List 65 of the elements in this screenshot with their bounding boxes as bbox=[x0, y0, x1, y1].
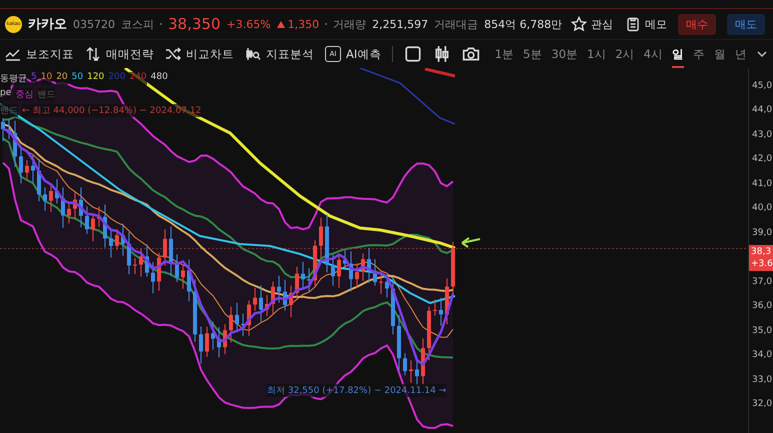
clipboard-icon bbox=[625, 16, 641, 32]
axis-label: 37,0 bbox=[751, 276, 773, 289]
period-tab[interactable]: 월 bbox=[714, 40, 726, 68]
low-price-note: 최저 32,550 (+17.82%) − 2024.11.14 → bbox=[267, 384, 446, 397]
period-tab[interactable]: 5분 bbox=[523, 40, 542, 68]
axis-label: 36,0 bbox=[751, 300, 773, 314]
axis-label: 44,0 bbox=[751, 104, 773, 118]
axis-label: 33,0 bbox=[751, 374, 773, 387]
star-icon bbox=[571, 16, 587, 32]
period-tab[interactable]: 1시 bbox=[587, 40, 606, 68]
axis-label: 34,0 bbox=[751, 349, 773, 362]
period-tab[interactable]: 2시 bbox=[615, 40, 635, 68]
volume-label: 거래량 bbox=[333, 16, 366, 32]
shuffle-icon bbox=[165, 46, 181, 62]
stock-code: 035720 bbox=[73, 18, 115, 30]
candle-search-icon bbox=[245, 46, 261, 62]
buy-button[interactable]: 매수 bbox=[678, 14, 716, 34]
toolbar-button[interactable]: 보조지표 bbox=[5, 46, 74, 62]
change-percent: +3.65% bbox=[226, 18, 271, 30]
price-change: 1,350 bbox=[276, 18, 320, 30]
volume-value: 2,251,597 bbox=[372, 18, 428, 30]
candlestick-button[interactable] bbox=[433, 45, 452, 63]
legend-label: 50 bbox=[72, 72, 84, 85]
up-triangle-icon bbox=[276, 20, 285, 28]
period-tab[interactable]: 4시 bbox=[644, 40, 663, 68]
axis-label: 43,0 bbox=[751, 128, 773, 142]
price-tag-value: 38,3 bbox=[751, 246, 772, 258]
toolbar-button[interactable]: 매매전략 bbox=[85, 46, 154, 62]
toolbar-button[interactable]: 지표분석 bbox=[245, 46, 314, 62]
axis-label: 42,0 bbox=[751, 153, 773, 166]
memo-button[interactable]: 메모 bbox=[625, 16, 667, 32]
sell-button[interactable]: 매도 bbox=[727, 14, 765, 34]
high-price-note: ← 최고 44,000 (−12.84%) − 2024.07.12 bbox=[22, 104, 202, 117]
pointer-arrow bbox=[461, 237, 481, 248]
sort-arrows-icon bbox=[85, 46, 101, 62]
axis-label: 35,0 bbox=[751, 324, 773, 338]
period-tab[interactable]: 년 bbox=[735, 40, 747, 68]
legend-label: 중심 bbox=[15, 88, 34, 101]
period-tab[interactable]: 1분 bbox=[494, 40, 514, 68]
axis-label: 32,0 bbox=[751, 398, 773, 412]
camera-button[interactable] bbox=[462, 45, 480, 63]
legend-label: 20 bbox=[56, 72, 68, 85]
period-tab[interactable]: 30분 bbox=[551, 40, 578, 68]
legend-label: 밴드 bbox=[37, 88, 56, 101]
watchlist-button[interactable]: 관심 bbox=[571, 16, 613, 32]
square-button[interactable] bbox=[404, 45, 422, 63]
legend-label: 밴드 bbox=[0, 104, 18, 117]
legend-label: 10 bbox=[40, 72, 52, 85]
period-tab[interactable]: 주 bbox=[693, 40, 705, 68]
legend-label: pe bbox=[0, 88, 12, 101]
toolbar-button[interactable]: 비교차트 bbox=[165, 46, 234, 62]
axis-label: 41,0 bbox=[751, 178, 773, 191]
legend-label: 240 bbox=[129, 72, 147, 85]
axis-label: 45,0 bbox=[751, 80, 773, 93]
legend-label: 5 bbox=[31, 72, 37, 85]
axis-label: 39,0 bbox=[751, 226, 773, 240]
axis-label: 40,0 bbox=[751, 202, 773, 216]
market-name: 코스피 bbox=[121, 16, 154, 32]
stock-name: 카카오 bbox=[28, 16, 67, 33]
amount-label: 거래대금 bbox=[434, 16, 478, 32]
current-price: 38,350 bbox=[168, 15, 220, 33]
amount-value: 854억 6,788만 bbox=[484, 16, 562, 32]
legend-label: 동평균 bbox=[0, 72, 27, 85]
price-tag-change: +3.6 bbox=[751, 258, 773, 270]
period-tab[interactable]: 일 bbox=[672, 40, 684, 68]
